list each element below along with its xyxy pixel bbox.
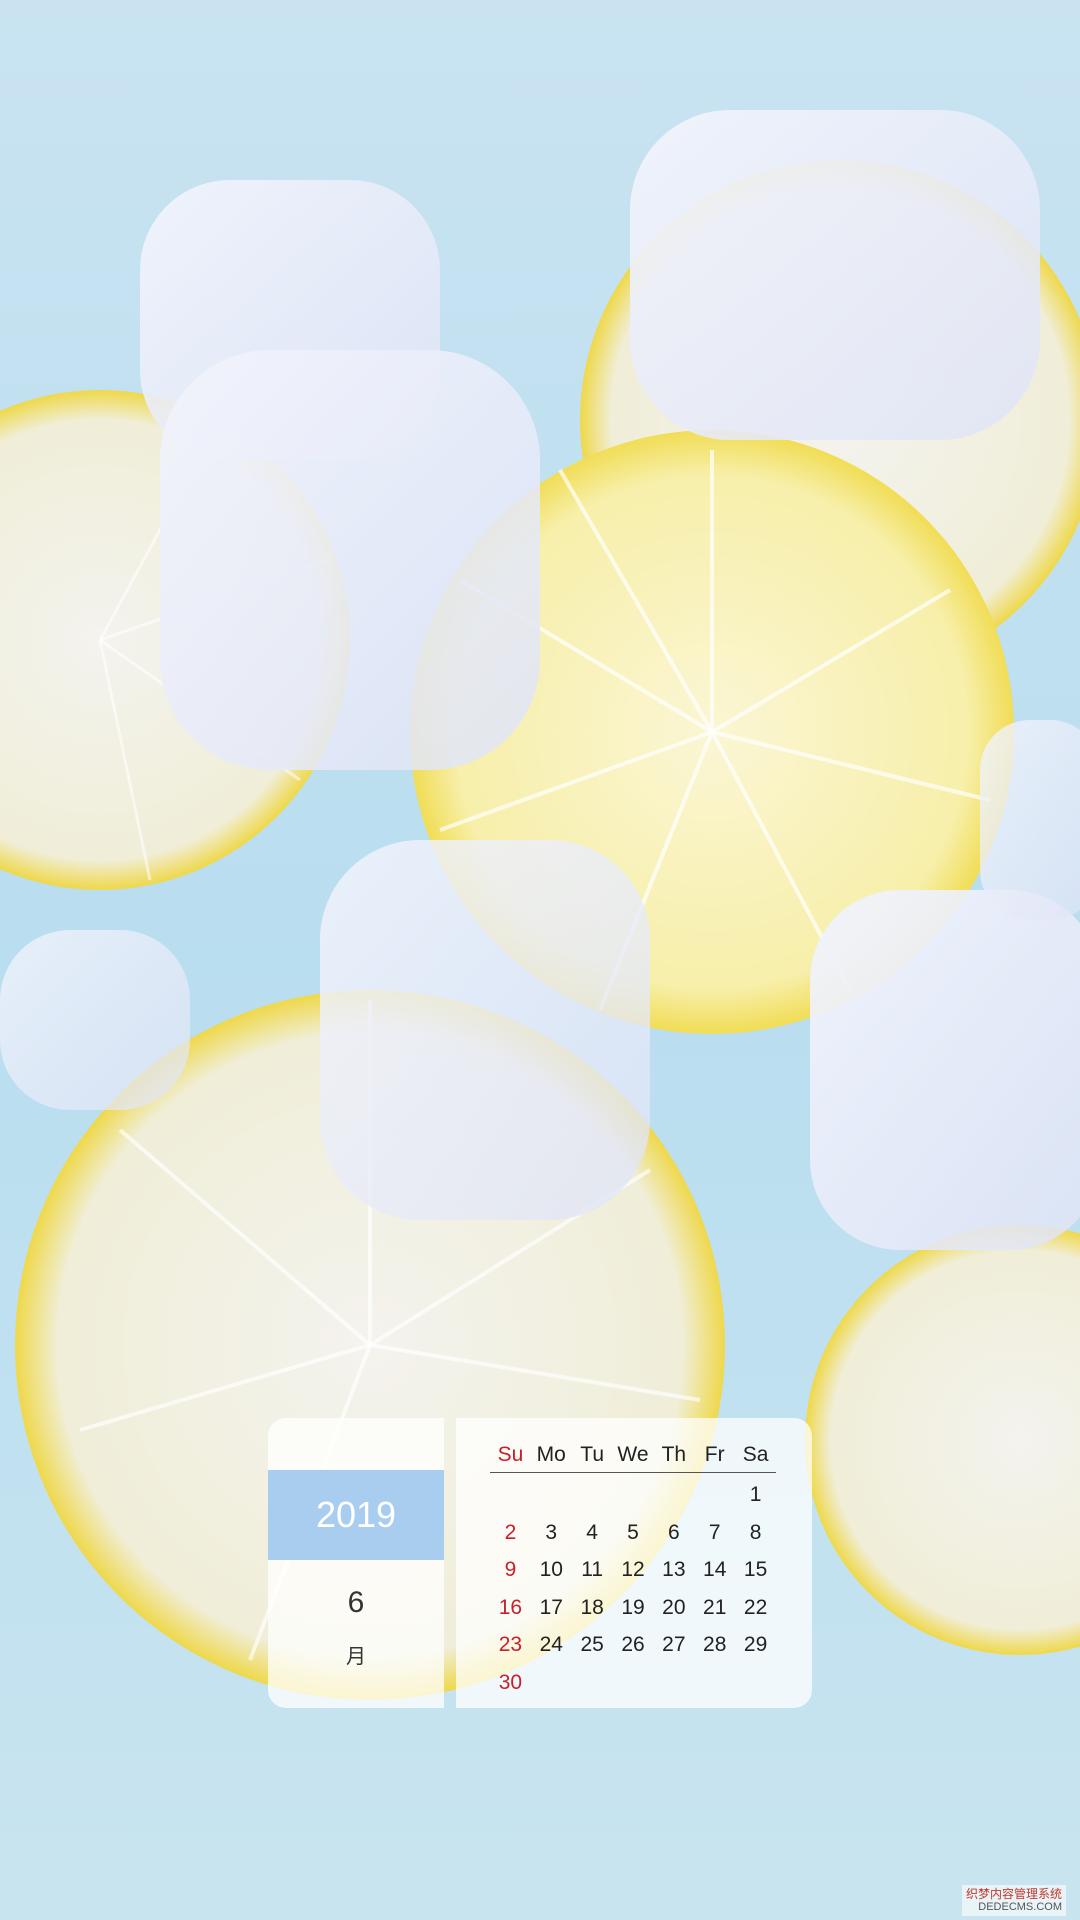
day-cell: 22	[743, 1595, 768, 1619]
calendar-year: 2019	[268, 1470, 444, 1560]
ice-cube-icon	[810, 890, 1080, 1250]
calendar-grid-panel: Su Mo Tu We Th Fr Sa 1 2 3 4 5 6 7 8 9 10 11 12 13 14 15 16 17…	[456, 1418, 812, 1708]
weekday-label: Su	[497, 1443, 524, 1466]
ice-cube-icon	[630, 110, 1040, 440]
watermark: 织梦内容管理系统 DEDECMS.COM	[961, 1885, 1066, 1916]
weekday-header: Su Mo Tu We Th Fr Sa	[490, 1438, 776, 1473]
day-cell: 18	[580, 1595, 604, 1619]
day-cell: 23	[498, 1633, 523, 1656]
ice-cube-icon	[0, 930, 190, 1110]
day-cell: 8	[749, 1520, 762, 1544]
weekday-label: We	[617, 1443, 649, 1466]
day-cell: 3	[545, 1520, 558, 1544]
day-cell: 7	[708, 1520, 721, 1544]
weekday-label: Fr	[704, 1443, 725, 1466]
calendar-date-panel: 2019 6 月	[268, 1418, 444, 1708]
day-cell: 17	[539, 1595, 563, 1619]
day-cell: 29	[743, 1633, 768, 1656]
day-grid: 1 2 3 4 5 6 7 8 9 10 11 12 13 14 15 16 17 18 19 20 21 22 23 24 2…	[490, 1476, 776, 1701]
day-cell: 11	[581, 1558, 604, 1581]
day-cell: 26	[621, 1633, 645, 1656]
day-cell-empty	[694, 1476, 735, 1514]
day-cell: 20	[662, 1595, 686, 1619]
day-cell: 16	[498, 1595, 523, 1619]
day-cell: 5	[627, 1520, 639, 1544]
weekday-label: Mo	[536, 1443, 566, 1466]
day-cell: 28	[703, 1633, 727, 1656]
weekday-label: Tu	[580, 1443, 604, 1466]
day-cell-empty	[653, 1476, 694, 1514]
day-cell: 24	[539, 1633, 563, 1656]
day-cell: 30	[498, 1670, 523, 1694]
weekday-label: Sa	[742, 1443, 769, 1466]
watermark-line1: 织梦内容管理系统	[965, 1887, 1062, 1901]
ice-cube-icon	[320, 840, 650, 1220]
day-cell: 27	[662, 1633, 686, 1656]
day-cell: 12	[621, 1558, 645, 1581]
day-cell-empty	[531, 1476, 572, 1514]
ice-cube-icon	[980, 720, 1080, 920]
day-cell: 9	[504, 1558, 517, 1581]
ice-cube-icon	[160, 350, 540, 770]
day-cell: 21	[703, 1595, 727, 1619]
day-cell-empty	[613, 1476, 654, 1514]
weekday-label: Th	[661, 1443, 687, 1466]
calendar-month-char: 月	[346, 1646, 366, 1668]
day-cell: 4	[586, 1520, 598, 1544]
day-cell: 10	[539, 1558, 563, 1581]
day-cell: 14	[703, 1558, 727, 1581]
day-cell-empty	[572, 1476, 613, 1514]
watermark-line2: DEDECMS.COM	[978, 1901, 1062, 1913]
wallpaper: 2019 6 月 Su Mo Tu We Th Fr Sa 1 2 3 4 5 6 7 8 9 10 11 12 1…	[0, 0, 1080, 1920]
day-cell: 6	[668, 1520, 680, 1544]
day-cell: 25	[580, 1633, 604, 1656]
calendar-month: 6	[347, 1586, 365, 1619]
day-cell: 2	[504, 1520, 517, 1544]
day-cell-empty	[490, 1476, 531, 1514]
day-cell: 15	[743, 1558, 768, 1581]
day-cell: 1	[749, 1483, 762, 1506]
day-cell: 19	[621, 1595, 645, 1619]
day-cell: 13	[662, 1558, 686, 1581]
